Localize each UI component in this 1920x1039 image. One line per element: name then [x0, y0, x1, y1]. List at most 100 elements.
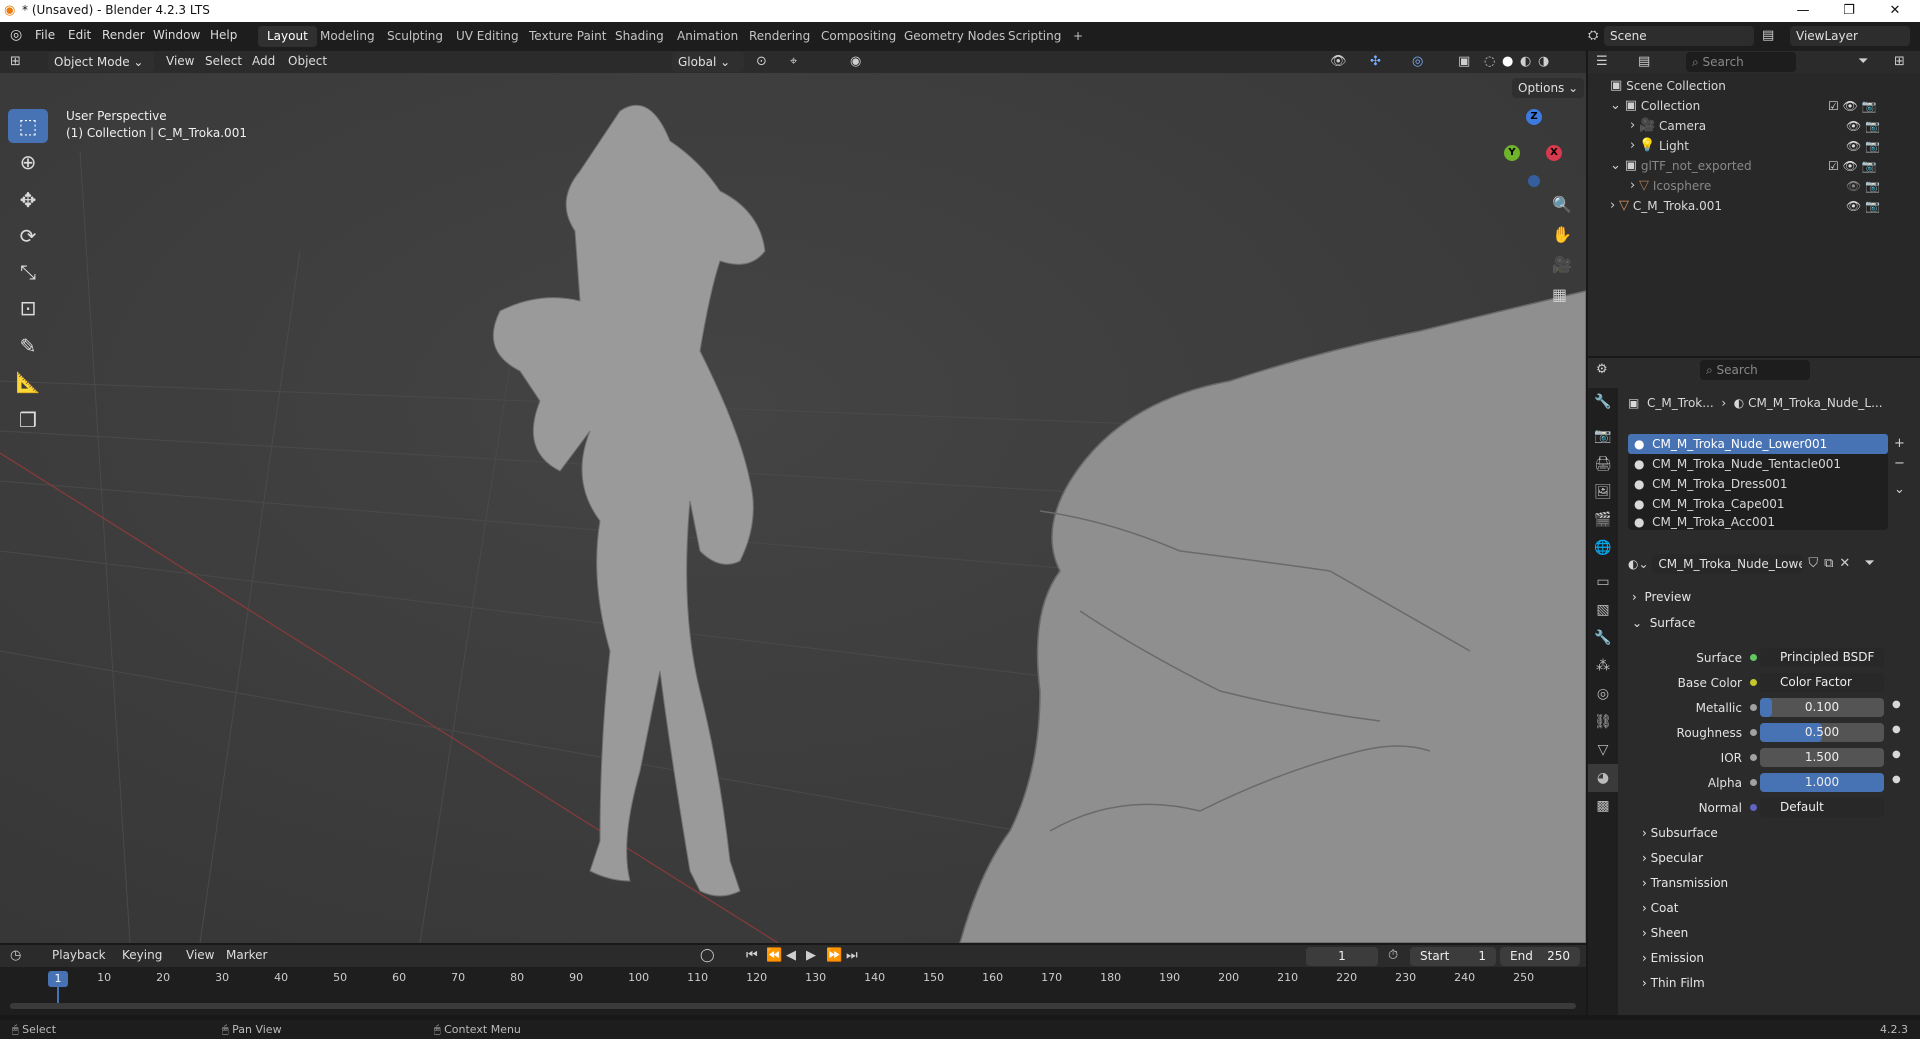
play-reverse-icon[interactable]: ◀ [786, 946, 796, 966]
socket-dot-icon[interactable] [1750, 704, 1757, 711]
outliner-row-icosphere[interactable]: › ▽ Icosphere 👁 📷 [1630, 176, 1916, 196]
field-value-3[interactable]: 0.500 [1760, 723, 1884, 742]
checkbox-icon[interactable]: ☑ 👁 📷 [1828, 156, 1877, 176]
field-value-6[interactable]: Default [1760, 798, 1884, 817]
keyframe-icon[interactable]: ● [1892, 749, 1901, 760]
object-tab-icon[interactable]: ▧ [1588, 596, 1618, 624]
tab-modeling[interactable]: Modeling [311, 26, 384, 47]
viewport-menu-add[interactable]: Add [252, 54, 275, 68]
constraints-tab-icon[interactable]: ⛓ [1588, 708, 1618, 736]
data-tab-icon[interactable]: ▽ [1588, 736, 1618, 764]
move-tool[interactable]: ✥ [8, 183, 48, 217]
viewport-menu-view[interactable]: View [166, 54, 194, 68]
viewlayer-selector[interactable]: ViewLayer [1790, 26, 1910, 46]
snap-icon[interactable]: ⌖ [790, 52, 797, 72]
gizmo-neg-z[interactable] [1528, 175, 1540, 187]
texture-tab-icon[interactable]: ▩ [1588, 792, 1618, 820]
field-value-1[interactable]: Color Factor [1760, 673, 1884, 692]
keyframe-icon[interactable]: ● [1892, 774, 1901, 785]
tab-sculpting[interactable]: Sculpting [378, 26, 452, 47]
checkbox-icon[interactable]: ☑ 👁 📷 [1828, 96, 1877, 116]
material-slot-item[interactable]: ● CM_M_Troka_Acc001 [1628, 514, 1888, 530]
outliner-row-camera[interactable]: › 🎥 Camera 👁 📷 [1630, 116, 1916, 136]
outliner-search-input[interactable]: ⌕ Search [1686, 52, 1796, 72]
subpanel-header[interactable]: › Thin Film [1642, 976, 1705, 990]
visibility-icons[interactable]: 👁 📷 [1846, 116, 1880, 136]
socket-dot-icon[interactable] [1750, 679, 1757, 686]
add-workspace-button[interactable]: + [1064, 26, 1092, 47]
subpanel-header[interactable]: › Emission [1642, 951, 1704, 965]
menu-file[interactable]: File [35, 28, 55, 42]
socket-dot-icon[interactable] [1750, 754, 1757, 761]
material-shading-icon[interactable]: ◐ [1520, 52, 1531, 72]
navigation-gizmo[interactable]: Z Y X [1498, 109, 1568, 189]
current-frame-field[interactable]: 1 [1306, 947, 1378, 966]
pivot-icon[interactable]: ⊙ [756, 52, 767, 72]
mode-selector[interactable]: Object Mode ⌄ [48, 52, 154, 72]
timeline-scrollbar[interactable] [10, 1003, 1576, 1009]
field-value-4[interactable]: 1.500 [1760, 748, 1884, 767]
tab-uv-editing[interactable]: UV Editing [447, 26, 528, 47]
subpanel-header[interactable]: › Transmission [1642, 876, 1728, 890]
select-box-tool[interactable]: ⬚ [8, 109, 48, 143]
viewport-3d[interactable]: ⊞ Object Mode ⌄ View Select Add Object G… [0, 51, 1586, 943]
timeline-editor-icon[interactable]: ◷ [10, 946, 21, 966]
view-layer-tab-icon[interactable]: 🖼 [1588, 478, 1618, 506]
material-name-field[interactable]: CM_M_Troka_Nude_Lowe... [1652, 554, 1803, 574]
tab-layout[interactable]: Layout [258, 26, 317, 47]
fake-user-icon[interactable]: ⛉ [1808, 554, 1818, 574]
preview-panel-header[interactable]: › Preview [1632, 590, 1691, 604]
editor-type-icon[interactable]: ⊞ [10, 52, 21, 72]
tab-scripting[interactable]: Scripting [999, 26, 1070, 47]
outliner-editor-icon[interactable]: ☰ [1596, 52, 1608, 72]
menu-edit[interactable]: Edit [68, 28, 91, 42]
keyframe-icon[interactable]: ● [1892, 724, 1901, 735]
material-datablock[interactable]: ◐⌄ CM_M_Troka_Nude_Lowe... ⛉ ⧉ ✕ ⏷ [1628, 554, 1908, 574]
subpanel-header[interactable]: › Coat [1642, 901, 1678, 915]
measure-tool[interactable]: 📐 [8, 365, 48, 399]
field-value-0[interactable]: Principled BSDF [1760, 648, 1884, 667]
material-slot-item[interactable]: ● CM_M_Troka_Nude_Lower001 [1628, 434, 1888, 454]
end-frame-field[interactable]: End 250 [1500, 947, 1580, 966]
gizmo-z-axis[interactable]: Z [1526, 109, 1542, 125]
field-value-5[interactable]: 1.000 [1760, 773, 1884, 792]
jump-end-icon[interactable]: ⏭ [846, 946, 858, 966]
outliner-row-collection[interactable]: ⌄ ▣ Collection ☑ 👁 📷 [1610, 96, 1916, 116]
jump-key-forward-icon[interactable]: ⏩ [826, 946, 842, 966]
timeline-menu-view[interactable]: View [186, 948, 214, 962]
camera-view-icon[interactable]: 🎥 [1552, 255, 1572, 275]
remove-slot-icon[interactable]: − [1894, 454, 1905, 474]
subpanel-header[interactable]: › Subsurface [1642, 826, 1718, 840]
subpanel-header[interactable]: › Specular [1642, 851, 1703, 865]
output-tab-icon[interactable]: 🖨 [1588, 450, 1618, 478]
unlink-material-icon[interactable]: ✕ [1839, 554, 1850, 574]
clock-icon[interactable]: ⏱ [1388, 946, 1398, 966]
solid-shading-icon[interactable]: ● [1502, 52, 1513, 72]
close-button[interactable]: ✕ [1872, 0, 1918, 22]
gizmo-y-axis[interactable]: Y [1504, 145, 1520, 161]
render-tab-icon[interactable]: 📷 [1588, 422, 1618, 450]
playhead[interactable]: 1 [48, 971, 68, 987]
visibility-icon[interactable]: 👁 [1330, 52, 1347, 72]
orientation-selector[interactable]: Global ⌄ [672, 52, 744, 72]
new-collection-icon[interactable]: ⊞ [1894, 52, 1905, 72]
menu-render[interactable]: Render [102, 28, 145, 42]
filter-icon[interactable]: ⏷ [1858, 52, 1868, 72]
outliner-row-troka[interactable]: › ▽ C_M_Troka.001 👁 📷 [1610, 196, 1916, 216]
visibility-icons[interactable]: 👁 📷 [1846, 136, 1880, 156]
jump-start-icon[interactable]: ⏮ [746, 946, 758, 966]
properties-search-input[interactable]: ⌕ Search [1700, 360, 1810, 380]
proportional-icon[interactable]: ◉ [850, 52, 861, 72]
tab-animation[interactable]: Animation [668, 26, 747, 47]
pan-hand-icon[interactable]: ✋ [1552, 225, 1572, 245]
material-tab-icon[interactable]: ◕ [1588, 764, 1618, 792]
start-frame-field[interactable]: Start 1 [1410, 947, 1496, 966]
auto-keying-icon[interactable]: ◯ [700, 946, 715, 966]
material-browse-icon[interactable]: ◐⌄ [1628, 557, 1649, 571]
socket-dot-icon[interactable] [1750, 804, 1757, 811]
duplicate-material-icon[interactable]: ⧉ [1824, 554, 1833, 574]
tab-rendering[interactable]: Rendering [740, 26, 819, 47]
scene-tab-icon[interactable]: 🎬 [1588, 506, 1618, 534]
socket-dot-icon[interactable] [1750, 729, 1757, 736]
tool-tab-icon[interactable]: 🔧 [1588, 388, 1618, 416]
